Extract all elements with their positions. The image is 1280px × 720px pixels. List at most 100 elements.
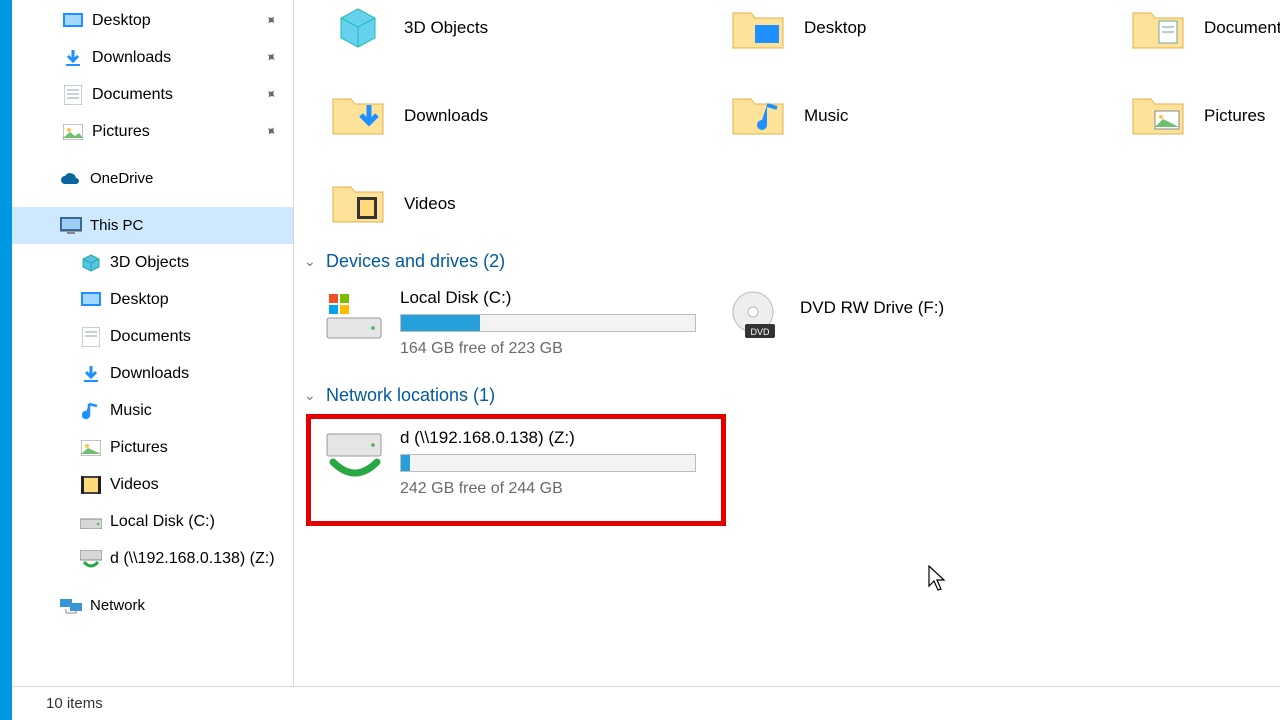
sidebar-item-pictures2[interactable]: Pictures — [12, 429, 293, 466]
folder-music-icon — [730, 88, 786, 144]
hdd-icon — [80, 511, 102, 533]
pin-icon: ✦ — [261, 121, 281, 142]
sidebar-item-desktop[interactable]: Desktop ✦ — [12, 2, 293, 39]
folder-tile-documents[interactable]: Documents — [1130, 0, 1280, 56]
sidebar-item-label: Downloads — [110, 365, 189, 383]
desktop-icon — [80, 289, 102, 311]
sidebar-item-label: Desktop — [110, 291, 169, 309]
drive-name: d (\\192.168.0.138) (Z:) — [400, 428, 696, 448]
sidebar-item-pictures[interactable]: Pictures ✦ — [12, 113, 293, 150]
drive-tile-network-z[interactable]: d (\\192.168.0.138) (Z:) 242 GB free of … — [322, 426, 712, 498]
desktop-icon — [62, 10, 84, 32]
folder-label: Music — [804, 106, 848, 126]
drive-tile-local-disk-c[interactable]: Local Disk (C:) 164 GB free of 223 GB — [322, 286, 712, 358]
sidebar-item-videos[interactable]: Videos — [12, 466, 293, 503]
pictures-icon — [62, 121, 84, 143]
folder-desktop-icon — [730, 0, 786, 56]
network-section: d (\\192.168.0.138) (Z:) 242 GB free of … — [294, 412, 1280, 552]
sidebar-item-label: Local Disk (C:) — [110, 513, 215, 531]
folder-tile-pictures[interactable]: Pictures — [1130, 88, 1280, 144]
sidebar-item-music[interactable]: Music — [12, 392, 293, 429]
documents-icon — [80, 326, 102, 348]
sidebar-item-documents2[interactable]: Documents — [12, 318, 293, 355]
window-accent-bar — [0, 0, 12, 720]
drive-tile-dvd[interactable]: DVD DVD RW Drive (F:) — [722, 286, 1112, 346]
group-header-label: Devices and drives (2) — [326, 251, 505, 272]
drive-name: Local Disk (C:) — [400, 288, 696, 308]
folder-label: Pictures — [1204, 106, 1265, 126]
status-item-count: 10 items — [46, 695, 103, 712]
sidebar-item-label: 3D Objects — [110, 254, 189, 272]
sidebar-item-network-drive-z[interactable]: d (\\192.168.0.138) (Z:) — [12, 540, 293, 577]
sidebar-item-local-disk-c[interactable]: Local Disk (C:) — [12, 503, 293, 540]
sidebar-item-label: Network — [90, 597, 145, 614]
pictures-icon — [80, 437, 102, 459]
cube-icon — [80, 252, 102, 274]
folder-label: Desktop — [804, 18, 866, 38]
sidebar-item-network[interactable]: Network — [12, 587, 293, 624]
sidebar-item-label: Documents — [110, 328, 191, 346]
folder-downloads-icon — [330, 88, 386, 144]
cube-icon — [330, 0, 386, 56]
folder-label: Documents — [1204, 18, 1280, 38]
sidebar-item-label: Desktop — [92, 12, 151, 30]
svg-text:DVD: DVD — [750, 327, 770, 337]
drive-free-text: 242 GB free of 244 GB — [400, 480, 696, 498]
pin-icon: ✦ — [261, 47, 281, 68]
folders-section: 3D Objects Desktop Documents Downloads — [294, 0, 1280, 244]
folder-tile-downloads[interactable]: Downloads — [330, 88, 700, 144]
sidebar-item-label: Downloads — [92, 49, 171, 67]
onedrive-icon — [60, 168, 82, 190]
videos-icon — [80, 474, 102, 496]
group-header-label: Network locations (1) — [326, 385, 495, 406]
sidebar-item-label: d (\\192.168.0.138) (Z:) — [110, 550, 275, 568]
content-pane: 3D Objects Desktop Documents Downloads — [294, 0, 1280, 686]
sidebar-item-documents[interactable]: Documents ✦ — [12, 76, 293, 113]
drive-free-text: 164 GB free of 223 GB — [400, 340, 696, 358]
group-header-devices[interactable]: ⌄ Devices and drives (2) — [304, 244, 1280, 278]
this-pc-icon — [60, 215, 82, 237]
os-hdd-icon — [322, 286, 386, 346]
navigation-pane: Desktop ✦ Downloads ✦ Documents ✦ Pictur… — [12, 0, 294, 720]
folder-tile-3d-objects[interactable]: 3D Objects — [330, 0, 700, 56]
downloads-icon — [62, 47, 84, 69]
network-drive-icon — [322, 426, 386, 486]
sidebar-item-3d-objects[interactable]: 3D Objects — [12, 244, 293, 281]
sidebar-item-desktop2[interactable]: Desktop — [12, 281, 293, 318]
devices-section: Local Disk (C:) 164 GB free of 223 GB DV… — [294, 278, 1280, 378]
folder-label: 3D Objects — [404, 18, 488, 38]
folder-label: Videos — [404, 194, 456, 214]
folder-documents-icon — [1130, 0, 1186, 56]
sidebar-item-label: Music — [110, 402, 152, 420]
pin-icon: ✦ — [261, 84, 281, 105]
chevron-down-icon: ⌄ — [304, 387, 318, 404]
folder-pictures-icon — [1130, 88, 1186, 144]
sidebar-item-label: Documents — [92, 86, 173, 104]
sidebar-item-downloads[interactable]: Downloads ✦ — [12, 39, 293, 76]
network-drive-icon — [80, 548, 102, 570]
group-header-network[interactable]: ⌄ Network locations (1) — [304, 378, 1280, 412]
sidebar-item-label: Pictures — [110, 439, 168, 457]
sidebar-item-label: This PC — [90, 217, 143, 234]
sidebar-item-onedrive[interactable]: OneDrive — [12, 160, 293, 197]
sidebar-item-downloads2[interactable]: Downloads — [12, 355, 293, 392]
downloads-icon — [80, 363, 102, 385]
sidebar-item-label: Pictures — [92, 123, 150, 141]
network-icon — [60, 595, 82, 617]
status-bar: 10 items — [12, 686, 1280, 720]
sidebar-item-this-pc[interactable]: This PC — [12, 207, 293, 244]
documents-icon — [62, 84, 84, 106]
dvd-drive-icon: DVD — [722, 286, 786, 346]
drive-name: DVD RW Drive (F:) — [800, 298, 944, 318]
pin-icon: ✦ — [261, 10, 281, 31]
sidebar-item-label: OneDrive — [90, 170, 153, 187]
music-icon — [80, 400, 102, 422]
sidebar-item-label: Videos — [110, 476, 159, 494]
folder-tile-videos[interactable]: Videos — [330, 176, 700, 232]
folder-tile-music[interactable]: Music — [730, 88, 1100, 144]
folder-tile-desktop[interactable]: Desktop — [730, 0, 1100, 56]
drive-capacity-bar — [400, 454, 696, 472]
drive-capacity-bar — [400, 314, 696, 332]
folder-videos-icon — [330, 176, 386, 232]
chevron-down-icon: ⌄ — [304, 253, 318, 270]
